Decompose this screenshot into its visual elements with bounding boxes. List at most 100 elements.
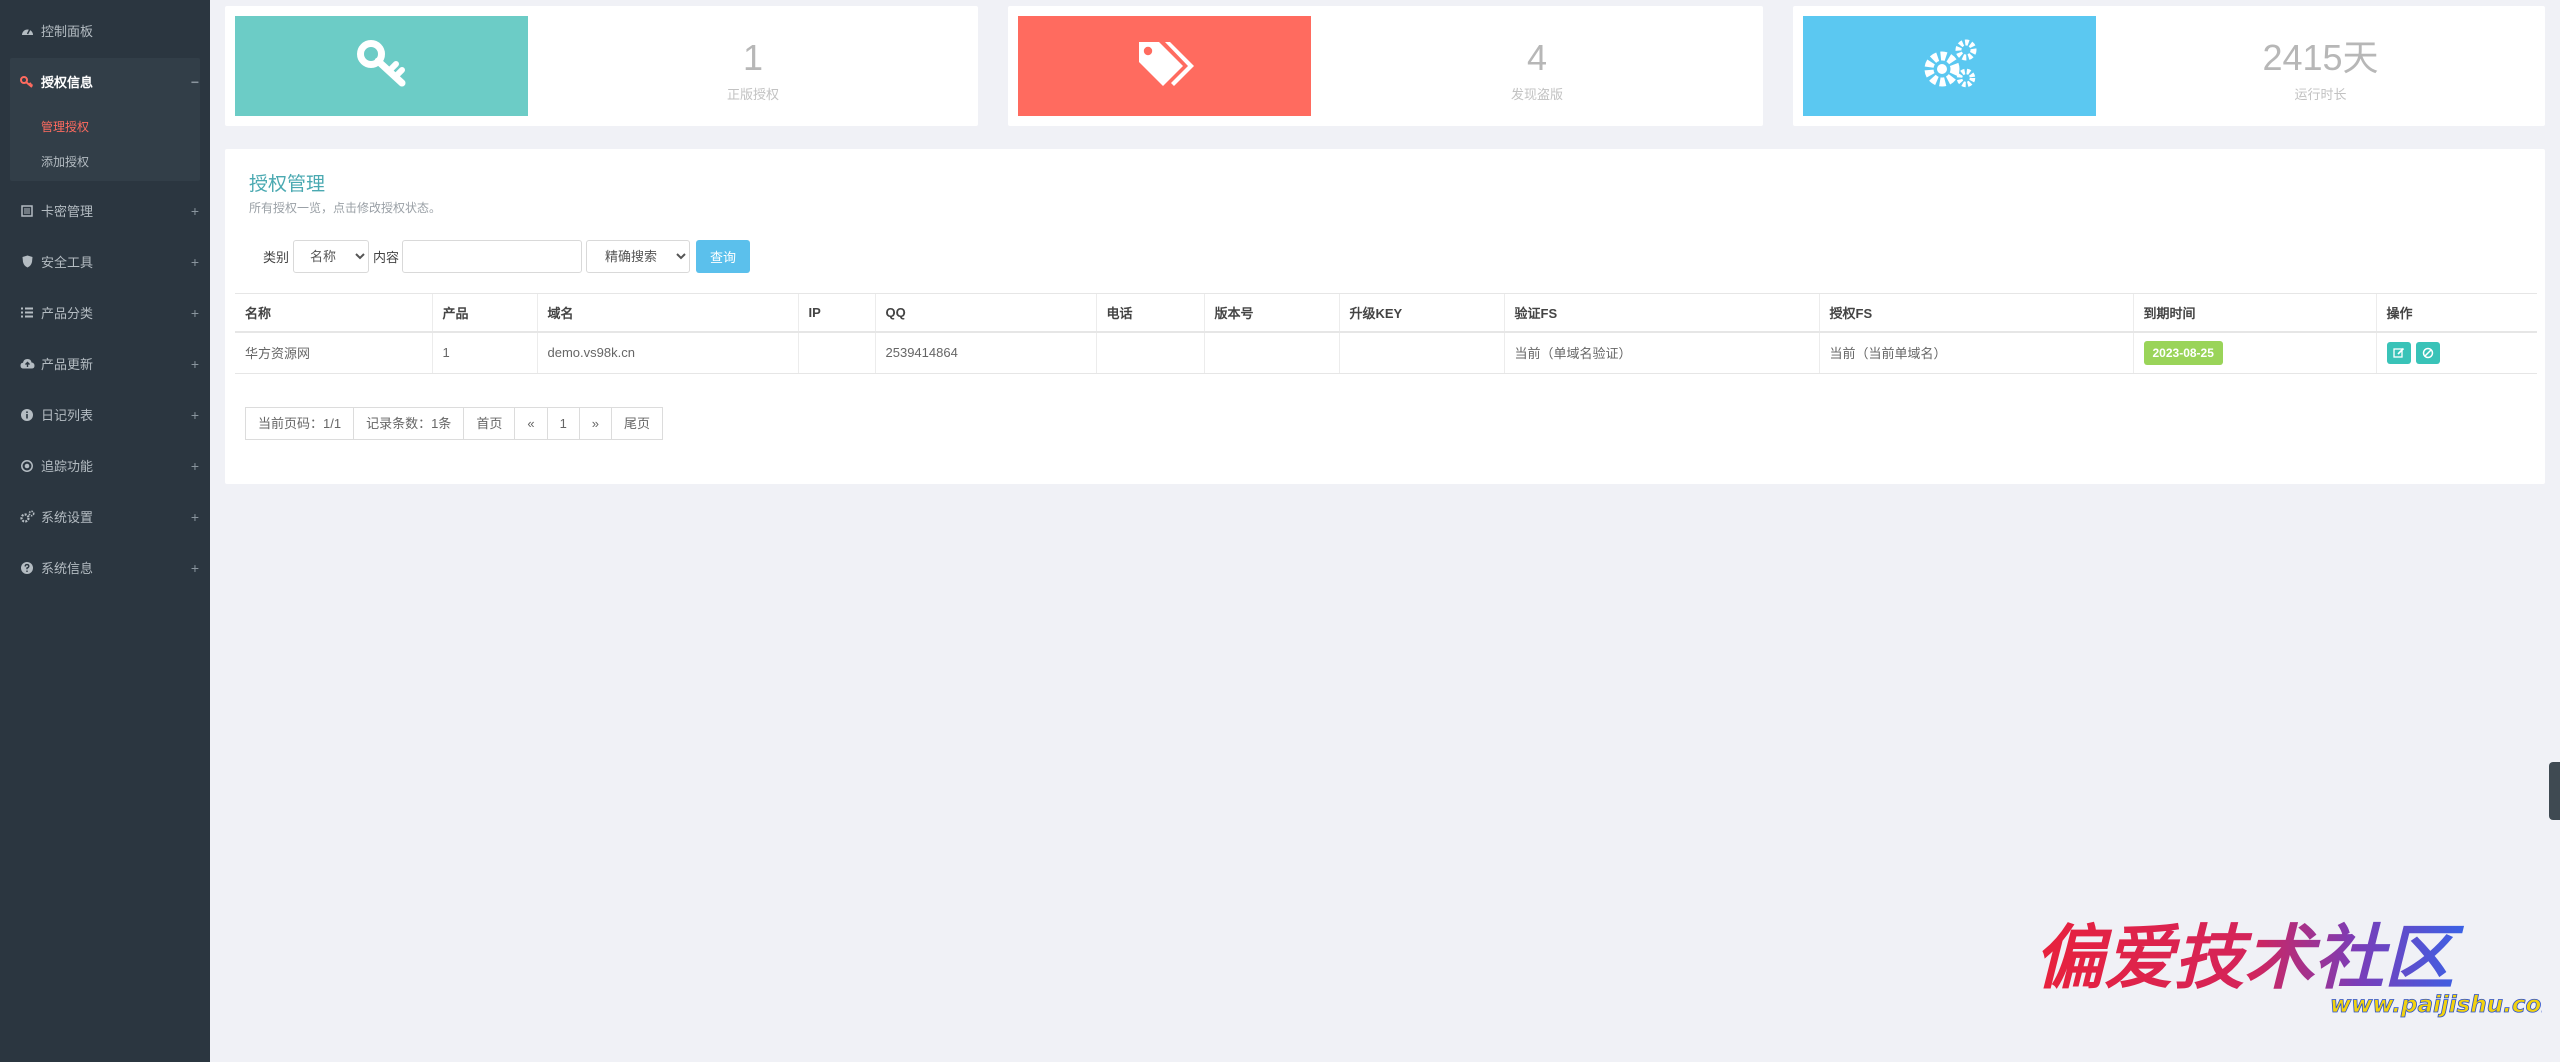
column-header[interactable]: 版本号 (1203, 293, 1339, 333)
expand-toggle[interactable]: + (180, 560, 210, 576)
stat-tile-piracy (1018, 16, 1311, 116)
license-table: 名称 产品 域名 IP QQ 电话 版本号 升级KEY 验证FS 授权FS 到期… (235, 293, 2537, 374)
column-header[interactable]: QQ (874, 293, 1096, 333)
target-icon (19, 458, 35, 474)
cell-upgrade-key (1338, 331, 1504, 374)
stat-caption: 运行时长 (2294, 87, 2347, 102)
pager-next[interactable]: » (578, 407, 613, 440)
sidebar-item-security-tools[interactable]: 安全工具 + (0, 236, 210, 287)
expand-toggle[interactable]: + (180, 203, 210, 219)
pager-page[interactable]: 1 (546, 407, 580, 440)
sidebar-subitem-add-license[interactable]: 添加授权 (41, 153, 89, 170)
sidebar-item-log-list[interactable]: 日记列表 + (0, 389, 210, 440)
stat-caption: 发现盗版 (1510, 87, 1563, 102)
sidebar-item-license-info[interactable]: 授权信息 − (0, 56, 210, 107)
category-select[interactable]: 名称 (293, 239, 370, 273)
search-mode-select[interactable]: 精确搜索 (586, 239, 691, 273)
sidebar-item-product-update[interactable]: 产品更新 + (0, 338, 210, 389)
list-alt-icon (19, 203, 35, 219)
expand-toggle[interactable]: + (180, 356, 210, 372)
column-header[interactable]: 域名 (536, 293, 798, 333)
stat-tile-uptime (1803, 16, 2096, 116)
column-header[interactable]: 产品 (431, 293, 537, 333)
cell-product: 1 (431, 331, 537, 374)
cell-verify-fs: 当前（单域名验证） (1503, 331, 1819, 374)
query-button[interactable]: 查询 (696, 239, 751, 273)
expire-date-badge: 2023-08-25 (2143, 340, 2223, 365)
column-header: 操作 (2375, 293, 2537, 333)
cell-auth-fs: 当前（当前单域名） (1818, 331, 2133, 374)
gears-icon (1920, 37, 1980, 96)
cell-domain: demo.vs98k.cn (536, 331, 798, 374)
expand-toggle[interactable]: + (180, 458, 210, 474)
pager-record-count: 记录条数：1条 (353, 407, 465, 440)
stat-card-uptime: 2415天 运行时长 (1793, 6, 2545, 126)
info-icon (19, 407, 35, 423)
column-header[interactable]: 名称 (235, 293, 432, 333)
sidebar-item-system-settings[interactable]: 系统设置 + (0, 491, 210, 542)
ban-icon (2422, 347, 2434, 358)
column-header[interactable]: 授权FS (1818, 293, 2133, 333)
collapse-toggle[interactable]: − (180, 74, 210, 90)
gears-icon (19, 509, 35, 525)
pager-current-page: 当前页码：1/1 (245, 407, 355, 440)
expand-toggle[interactable]: + (180, 407, 210, 423)
watermark-url: www.paijishu.com (2330, 992, 2542, 1018)
pager-prev[interactable]: « (514, 407, 548, 440)
pagination: 当前页码：1/1 记录条数：1条 首页 « 1 » 尾页 (245, 407, 664, 440)
column-header[interactable]: 升级KEY (1338, 293, 1504, 333)
content-label: 内容 (373, 249, 400, 265)
cell-name: 华方资源网 (235, 331, 432, 374)
sidebar-item-product-category[interactable]: 产品分类 + (0, 287, 210, 338)
key-icon (19, 74, 35, 90)
stat-tile-genuine (235, 16, 528, 116)
edit-button[interactable] (2386, 341, 2411, 364)
cell-version (1203, 331, 1339, 374)
search-input[interactable] (402, 239, 583, 273)
watermark-title: 偏爱技术社区 (2034, 920, 2465, 999)
cell-actions (2375, 331, 2537, 374)
sidebar-item-card-keys[interactable]: 卡密管理 + (0, 185, 210, 236)
sidebar-item-dashboard[interactable]: 控制面板 (0, 5, 210, 56)
search-filter-bar: 类别 名称 内容 精确搜索 查询 (263, 239, 751, 273)
expand-toggle[interactable]: + (180, 509, 210, 525)
column-header[interactable]: 电话 (1095, 293, 1204, 333)
cell-ip (797, 331, 875, 374)
stat-caption: 正版授权 (726, 87, 779, 102)
stat-value: 4 (1526, 37, 1548, 78)
column-header[interactable]: IP (797, 293, 875, 333)
stat-card-piracy: 4 发现盗版 (1008, 6, 1763, 126)
question-icon (19, 560, 35, 576)
side-feedback-tab[interactable] (2549, 762, 2560, 820)
sidebar-item-system-info[interactable]: 系统信息 + (0, 542, 210, 593)
cell-expire: 2023-08-25 (2132, 331, 2376, 374)
column-header[interactable]: 到期时间 (2132, 293, 2376, 333)
sidebar-item-tracking[interactable]: 追踪功能 + (0, 440, 210, 491)
watermark: 偏爱技术社区 www.paijishu.com (2030, 916, 2560, 1020)
sidebar-subitem-manage-license[interactable]: 管理授权 (41, 118, 89, 135)
tags-icon (1135, 38, 1195, 95)
stat-card-genuine: 1 正版授权 (225, 6, 978, 126)
shield-icon (19, 254, 35, 270)
cell-phone (1095, 331, 1204, 374)
stat-value: 1 (742, 37, 764, 78)
edit-icon (2392, 347, 2404, 358)
page-subtitle: 所有授权一览，点击修改授权状态。 (249, 201, 442, 215)
expand-toggle[interactable]: + (180, 305, 210, 321)
disable-button[interactable] (2416, 341, 2441, 364)
page-title: 授权管理 (249, 174, 326, 195)
cell-qq: 2539414864 (874, 331, 1096, 374)
key-icon (356, 39, 408, 94)
dashboard-icon (19, 23, 35, 39)
stat-value: 2415天 (2262, 37, 2379, 78)
pager-first[interactable]: 首页 (463, 407, 516, 440)
list-icon (19, 305, 35, 321)
license-management-panel: 授权管理 所有授权一览，点击修改授权状态。 类别 名称 内容 精确搜索 查询 名… (225, 149, 2545, 484)
table-header-row: 名称 产品 域名 IP QQ 电话 版本号 升级KEY 验证FS 授权FS 到期… (235, 293, 2537, 333)
column-header[interactable]: 验证FS (1503, 293, 1819, 333)
cloud-upload-icon (19, 356, 35, 372)
category-label: 类别 (263, 249, 290, 265)
expand-toggle[interactable]: + (180, 254, 210, 270)
pager-last[interactable]: 尾页 (611, 407, 664, 440)
table-row: 华方资源网 1 demo.vs98k.cn 2539414864 当前（单域名验… (235, 331, 2537, 374)
